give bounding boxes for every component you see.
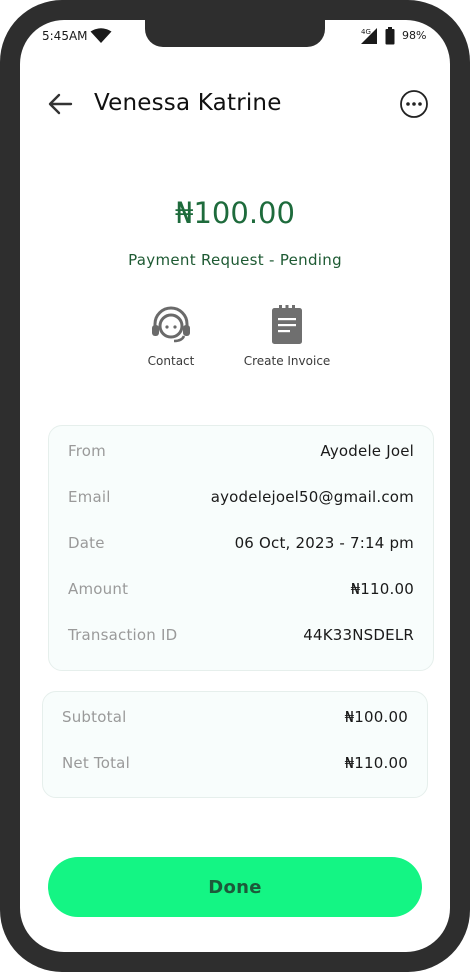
totals-card: Subtotal ₦100.00 Net Total ₦110.00 (42, 691, 428, 798)
total-row-subtotal: Subtotal ₦100.00 (62, 708, 408, 730)
detail-row-transaction-id: Transaction ID 44K33NSDELR (68, 626, 414, 648)
create-invoice-label: Create Invoice (243, 354, 331, 368)
network-label: 4G (361, 28, 371, 36)
support-agent-icon (152, 306, 190, 343)
total-label: Subtotal (62, 708, 127, 726)
more-options-icon[interactable] (399, 89, 429, 119)
detail-row-email: Email ayodelejoel50@gmail.com (68, 488, 414, 510)
create-invoice-button[interactable]: Create Invoice (237, 304, 337, 368)
total-value: ₦100.00 (344, 708, 408, 726)
screen: 5:45AM 4G 98% Venessa Katrine ₦100.00 Pa… (20, 20, 450, 952)
detail-row-date: Date 06 Oct, 2023 - 7:14 pm (68, 534, 414, 556)
detail-label: Email (68, 488, 111, 506)
request-amount: ₦100.00 (175, 196, 295, 230)
clipboard-icon (272, 305, 302, 344)
battery-icon (385, 27, 395, 45)
detail-row-from: From Ayodele Joel (68, 442, 414, 464)
notch (145, 20, 325, 47)
done-button[interactable]: Done (48, 857, 422, 917)
detail-value: ₦110.00 (350, 580, 414, 598)
total-label: Net Total (62, 754, 130, 772)
detail-value: 06 Oct, 2023 - 7:14 pm (234, 534, 414, 552)
page-title: Venessa Katrine (94, 90, 282, 116)
total-row-net-total: Net Total ₦110.00 (62, 754, 408, 776)
contact-label: Contact (147, 354, 195, 368)
total-value: ₦110.00 (344, 754, 408, 772)
detail-label: Amount (68, 580, 129, 598)
detail-label: Date (68, 534, 105, 552)
detail-value: 44K33NSDELR (303, 626, 414, 644)
detail-row-amount: Amount ₦110.00 (68, 580, 414, 602)
detail-value: Ayodele Joel (320, 442, 414, 460)
payment-status: Payment Request - Pending (128, 251, 342, 269)
transaction-details-card: From Ayodele Joel Email ayodelejoel50@gm… (48, 425, 434, 671)
status-time: 5:45AM (42, 29, 88, 43)
wifi-icon (90, 28, 112, 43)
contact-button[interactable]: Contact (131, 304, 211, 368)
back-arrow-icon[interactable] (46, 90, 74, 118)
detail-label: From (68, 442, 106, 460)
battery-percent: 98% (402, 29, 427, 42)
detail-value: ayodelejoel50@gmail.com (210, 488, 414, 506)
signal-icon: 4G (361, 28, 377, 44)
detail-label: Transaction ID (68, 626, 178, 644)
